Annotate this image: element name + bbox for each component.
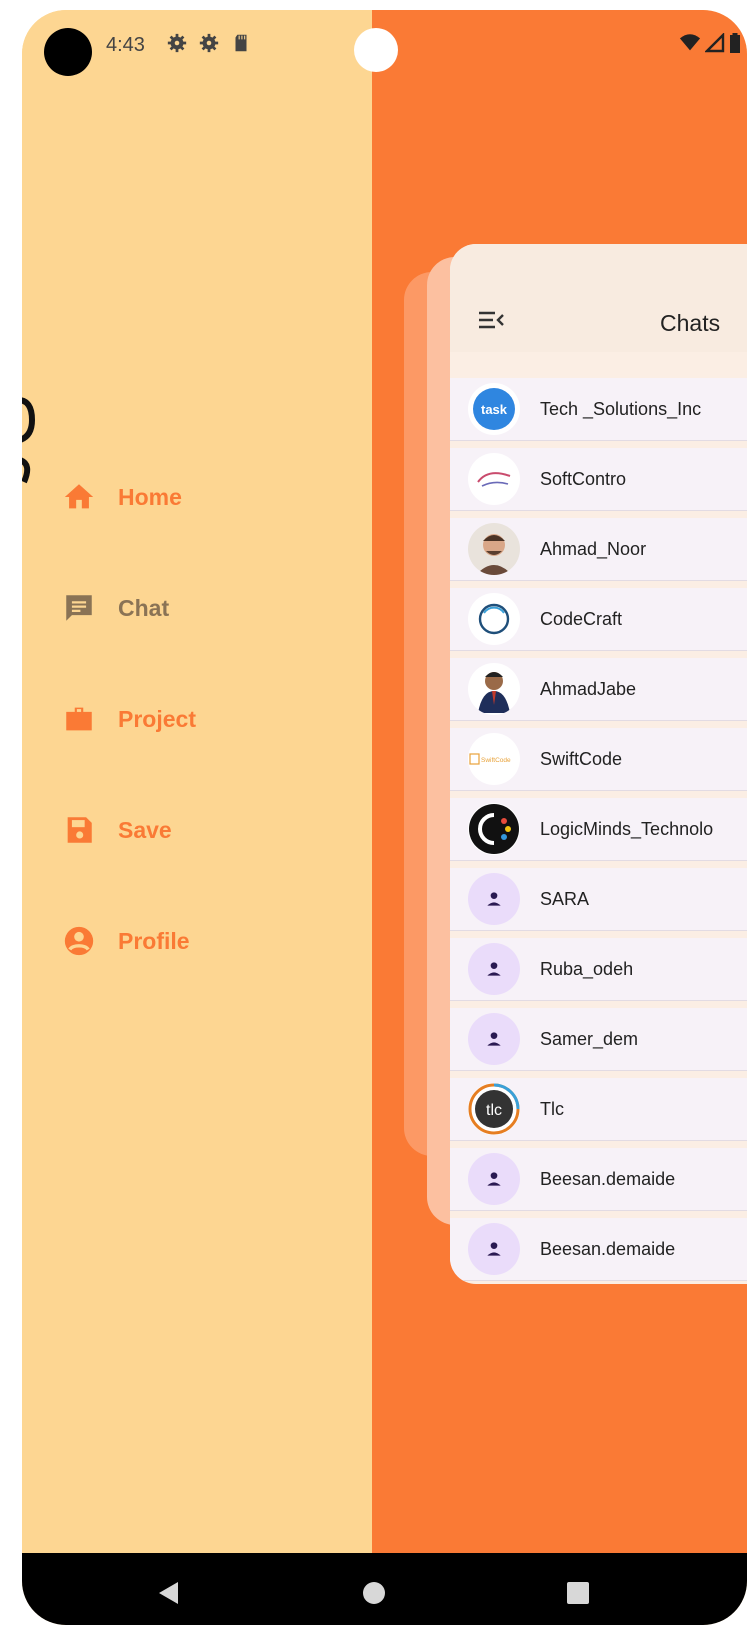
- chat-list-item[interactable]: SwiftCode SwiftCode: [450, 728, 747, 791]
- chats-card: Chats task Tech _Solutions_Inc SoftContr…: [450, 244, 747, 1284]
- briefcase-icon: [66, 707, 92, 731]
- decorative-glyph: [22, 397, 36, 484]
- menu-item-label: Profile: [118, 927, 190, 954]
- chat-list-item[interactable]: CodeCraft: [450, 588, 747, 651]
- company-logo-avatar: task: [468, 383, 520, 435]
- chat-list-item[interactable]: Samer_dem: [450, 1008, 747, 1071]
- company-logo-avatar: [468, 593, 520, 645]
- menu-item-label: Project: [118, 705, 196, 732]
- menu-item-label: Save: [118, 816, 172, 843]
- company-logo-avatar: tlc: [468, 1083, 520, 1135]
- chat-name: Samer_dem: [540, 1028, 639, 1049]
- save-icon: [67, 817, 92, 843]
- user-photo-avatar: [468, 663, 520, 715]
- logicminds-logo-icon: [469, 804, 519, 854]
- wifi-icon: [679, 34, 701, 51]
- drawer-panel: Home Chat Project Save Profile: [22, 10, 372, 1553]
- default-avatar: [468, 1223, 520, 1275]
- front-camera: [44, 28, 92, 76]
- menu-item-profile[interactable]: Profile: [62, 924, 190, 958]
- chat-list-item[interactable]: Ahmad_Noor: [450, 518, 747, 581]
- default-avatar: [468, 873, 520, 925]
- person-icon: [487, 892, 501, 906]
- back-icon[interactable]: [158, 1581, 180, 1605]
- task-logo-icon: task: [473, 388, 515, 430]
- person-icon: [487, 1172, 501, 1186]
- company-logo-avatar: SwiftCode: [468, 733, 520, 785]
- cartoon-person-icon: [478, 672, 510, 713]
- settings-icon: [167, 33, 187, 53]
- chat-list-item[interactable]: SoftContro: [450, 448, 747, 511]
- notch-indicator: [354, 28, 398, 72]
- company-logo-avatar: [468, 803, 520, 855]
- company-logo-avatar: [468, 453, 520, 505]
- chat-name: SwiftCode: [540, 748, 623, 769]
- svg-text:tlc: tlc: [486, 1102, 502, 1119]
- default-avatar: [468, 1153, 520, 1205]
- chat-list-item[interactable]: Beesan.demaide: [450, 1218, 747, 1281]
- menu-item-chat[interactable]: Chat: [62, 591, 169, 625]
- swiftcode-logo-icon: SwiftCode: [469, 753, 511, 765]
- menu-item-save[interactable]: Save: [62, 813, 172, 847]
- tlc-logo-icon: tlc: [468, 1083, 520, 1135]
- softcontrol-logo-icon: [477, 472, 511, 487]
- menu-open-icon[interactable]: [478, 310, 504, 330]
- chat-list-item[interactable]: SARA: [450, 868, 747, 931]
- status-icons: [166, 32, 252, 54]
- page-title: Chats: [660, 310, 721, 336]
- chat-name: AhmadJabe: [540, 678, 637, 699]
- person-icon: [487, 1242, 501, 1256]
- home-icon: [64, 484, 94, 509]
- sd-card-icon: [235, 34, 247, 52]
- chat-name: Ruba_odeh: [540, 958, 634, 979]
- chat-name: SoftContro: [540, 468, 627, 489]
- menu-item-home[interactable]: Home: [62, 480, 182, 514]
- chat-list-item[interactable]: Beesan.demaide: [450, 1148, 747, 1211]
- recents-icon[interactable]: [566, 1581, 590, 1605]
- chat-list-item[interactable]: tlc Tlc: [450, 1078, 747, 1141]
- default-avatar: [468, 943, 520, 995]
- chat-name: LogicMinds_Technolo: [540, 818, 714, 839]
- chat-list-item[interactable]: AhmadJabe: [450, 658, 747, 721]
- battery-icon: [730, 33, 740, 53]
- person-photo-icon: [476, 534, 512, 575]
- settings-icon: [199, 33, 219, 53]
- user-photo-avatar: [468, 523, 520, 575]
- phone-screen: Home Chat Project Save Profile 4:43 Chat…: [22, 10, 747, 1625]
- chat-name: Beesan.demaide: [540, 1238, 676, 1259]
- person-icon: [487, 962, 501, 976]
- chat-list-item[interactable]: LogicMinds_Technolo: [450, 798, 747, 861]
- chat-name: Tech _Solutions_Inc: [540, 398, 702, 419]
- home-nav-icon[interactable]: [362, 1581, 386, 1605]
- chat-name: SARA: [540, 888, 590, 909]
- chat-list-item[interactable]: task Tech _Solutions_Inc: [450, 378, 747, 441]
- chat-name: CodeCraft: [540, 608, 623, 629]
- menu-item-label: Chat: [118, 594, 170, 621]
- chat-name: Ahmad_Noor: [540, 538, 647, 559]
- account-circle-icon: [64, 926, 94, 956]
- default-avatar: [468, 1013, 520, 1065]
- chat-icon: [66, 595, 92, 621]
- signal-icon: [705, 33, 725, 53]
- chat-name: Beesan.demaide: [540, 1168, 676, 1189]
- chat-list-item[interactable]: Ruba_odeh: [450, 938, 747, 1001]
- status-right-icons: [679, 32, 741, 54]
- menu-item-label: Home: [118, 483, 182, 510]
- codecraft-logo-icon: [478, 603, 510, 635]
- person-icon: [487, 1032, 501, 1046]
- chat-name: Tlc: [540, 1098, 564, 1119]
- status-time: 4:43: [106, 34, 145, 56]
- svg-text:SwiftCode: SwiftCode: [481, 757, 511, 764]
- chats-app-bar: Chats: [450, 244, 747, 352]
- svg-text:task: task: [481, 402, 508, 417]
- menu-item-project[interactable]: Project: [62, 702, 196, 736]
